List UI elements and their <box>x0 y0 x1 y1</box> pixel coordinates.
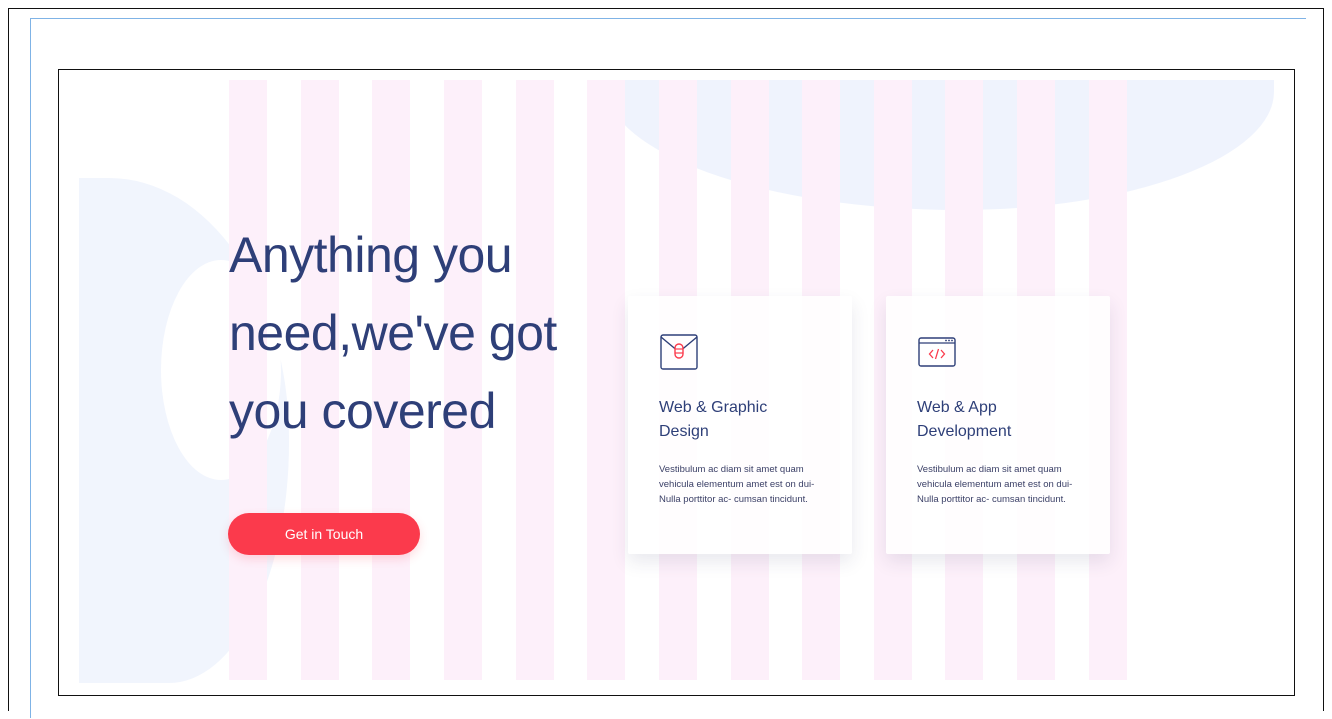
card-title: Web & App Development <box>917 396 1087 444</box>
card-title-line-1: Web & App <box>917 399 997 416</box>
code-window-icon <box>918 337 956 367</box>
card-title-line-2: Design <box>659 423 709 440</box>
card-description: Vestibulum ac diam sit amet quam vehicul… <box>917 464 1073 505</box>
card-title-line-1: Web & Graphic <box>659 399 768 416</box>
service-card-app-development[interactable]: Web & App Development Vestibulum ac diam… <box>886 296 1110 554</box>
hero-headline: Anything you need,we've got you covered <box>229 216 609 450</box>
card-title-line-2: Development <box>917 423 1012 440</box>
card-title: Web & Graphic Design <box>659 396 829 444</box>
guide-line-top <box>30 18 1306 19</box>
service-card-graphic-design[interactable]: Web & Graphic Design Vestibulum ac diam … <box>628 296 852 554</box>
guide-line-left <box>30 18 31 718</box>
headline-line-3: you covered <box>229 383 496 439</box>
hero-section: Anything you need,we've got you covered … <box>58 69 1295 696</box>
card-description: Vestibulum ac diam sit amet quam vehicul… <box>659 464 815 505</box>
envelope-icon <box>660 334 698 370</box>
headline-line-1: Anything you <box>229 227 513 283</box>
headline-line-2: need,we've got <box>229 305 557 361</box>
get-in-touch-button[interactable]: Get in Touch <box>228 513 420 555</box>
